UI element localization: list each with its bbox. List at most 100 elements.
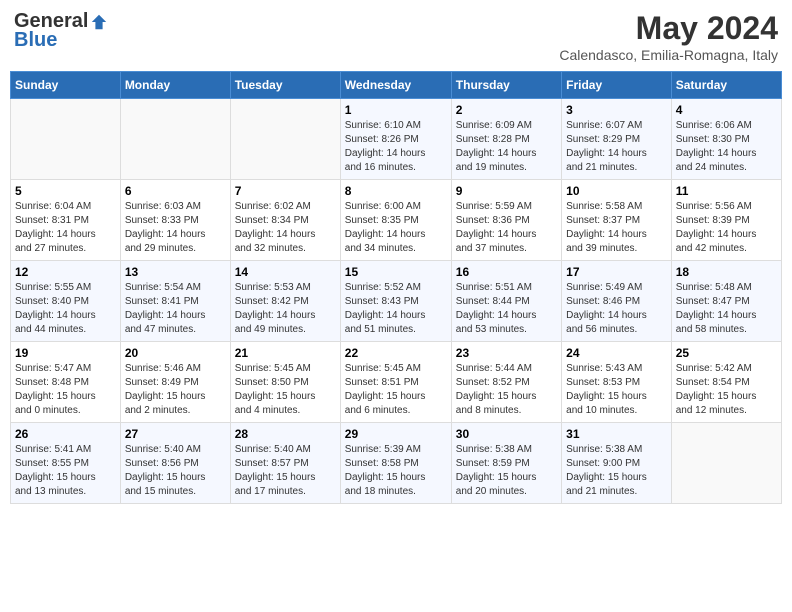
day-cell: 7 Sunrise: 6:02 AM Sunset: 8:34 PM Daylig… [230, 180, 340, 261]
day-info: Sunrise: 5:39 AM Sunset: 8:58 PM Dayligh… [345, 443, 447, 499]
day-info: Sunrise: 5:38 AM Sunset: 8:59 PM Dayligh… [456, 443, 557, 499]
day-number: 25 [676, 346, 777, 360]
day-info: Sunrise: 5:49 AM Sunset: 8:46 PM Dayligh… [566, 281, 667, 337]
day-cell: 31Sunrise: 5:38 AM Sunset: 9:00 PM Dayli… [562, 423, 672, 504]
day-number: 19 [15, 346, 116, 360]
day-cell: 10Sunrise: 5:58 AM Sunset: 8:37 PM Dayli… [562, 180, 672, 261]
day-cell: 3 Sunrise: 6:07 AM Sunset: 8:29 PM Daylig… [562, 99, 672, 180]
day-number: 13 [125, 265, 226, 279]
day-cell: 19 Sunrise: 5:47 AM Sunset: 8:48 PM Dayli… [11, 342, 121, 423]
day-info: Sunrise: 5:54 AM Sunset: 8:41 PM Dayligh… [125, 281, 226, 337]
day-cell: 25 Sunrise: 5:42 AM Sunset: 8:54 PM Dayli… [671, 342, 781, 423]
day-cell: 17 Sunrise: 5:49 AM Sunset: 8:46 PM Dayli… [562, 261, 672, 342]
day-cell: 15Sunrise: 5:52 AM Sunset: 8:43 PM Dayli… [340, 261, 451, 342]
day-number: 27 [125, 427, 226, 441]
day-number: 8 [345, 184, 447, 198]
day-cell: 24 Sunrise: 5:43 AM Sunset: 8:53 PM Dayli… [562, 342, 672, 423]
day-cell: 12 Sunrise: 5:55 AM Sunset: 8:40 PM Dayli… [11, 261, 121, 342]
day-number: 3 [566, 103, 667, 117]
title-section: May 2024 Calendasco, Emilia-Romagna, Ita… [559, 10, 778, 63]
day-info: Sunrise: 5:59 AM Sunset: 8:36 PM Dayligh… [456, 200, 557, 256]
header-sunday: Sunday [11, 72, 121, 99]
day-cell: 13 Sunrise: 5:54 AM Sunset: 8:41 PM Dayli… [120, 261, 230, 342]
day-number: 23 [456, 346, 557, 360]
day-number: 15 [345, 265, 447, 279]
day-cell: 28 Sunrise: 5:40 AM Sunset: 8:57 PM Dayli… [230, 423, 340, 504]
day-info: Sunrise: 5:45 AM Sunset: 8:51 PM Dayligh… [345, 362, 447, 418]
day-cell: 16 Sunrise: 5:51 AM Sunset: 8:44 PM Dayli… [451, 261, 561, 342]
day-info: Sunrise: 5:42 AM Sunset: 8:54 PM Dayligh… [676, 362, 777, 418]
header-friday: Friday [562, 72, 672, 99]
day-info: Sunrise: 5:51 AM Sunset: 8:44 PM Dayligh… [456, 281, 557, 337]
day-number: 18 [676, 265, 777, 279]
header-monday: Monday [120, 72, 230, 99]
day-number: 9 [456, 184, 557, 198]
day-info: Sunrise: 6:02 AM Sunset: 8:34 PM Dayligh… [235, 200, 336, 256]
day-cell: 20Sunrise: 5:46 AM Sunset: 8:49 PM Dayli… [120, 342, 230, 423]
day-info: Sunrise: 5:55 AM Sunset: 8:40 PM Dayligh… [15, 281, 116, 337]
calendar-header: Sunday Monday Tuesday Wednesday Thursday… [11, 72, 782, 99]
day-info: Sunrise: 5:41 AM Sunset: 8:55 PM Dayligh… [15, 443, 116, 499]
week-row-3: 12 Sunrise: 5:55 AM Sunset: 8:40 PM Dayli… [11, 261, 782, 342]
day-number: 10 [566, 184, 667, 198]
day-number: 16 [456, 265, 557, 279]
location-subtitle: Calendasco, Emilia-Romagna, Italy [559, 47, 778, 63]
day-cell: 29 Sunrise: 5:39 AM Sunset: 8:58 PM Dayli… [340, 423, 451, 504]
day-cell: 26 Sunrise: 5:41 AM Sunset: 8:55 PM Dayli… [11, 423, 121, 504]
day-cell: 8 Sunrise: 6:00 AM Sunset: 8:35 PM Daylig… [340, 180, 451, 261]
day-info: Sunrise: 5:40 AM Sunset: 8:57 PM Dayligh… [235, 443, 336, 499]
day-cell: 30 Sunrise: 5:38 AM Sunset: 8:59 PM Dayli… [451, 423, 561, 504]
day-info: Sunrise: 5:47 AM Sunset: 8:48 PM Dayligh… [15, 362, 116, 418]
day-cell [230, 99, 340, 180]
day-cell: 27 Sunrise: 5:40 AM Sunset: 8:56 PM Dayli… [120, 423, 230, 504]
day-info: Sunrise: 5:43 AM Sunset: 8:53 PM Dayligh… [566, 362, 667, 418]
day-info: Sunrise: 6:07 AM Sunset: 8:29 PM Dayligh… [566, 119, 667, 175]
header-saturday: Saturday [671, 72, 781, 99]
day-info: Sunrise: 6:03 AM Sunset: 8:33 PM Dayligh… [125, 200, 226, 256]
day-number: 2 [456, 103, 557, 117]
day-number: 6 [125, 184, 226, 198]
day-info: Sunrise: 5:44 AM Sunset: 8:52 PM Dayligh… [456, 362, 557, 418]
week-row-4: 19 Sunrise: 5:47 AM Sunset: 8:48 PM Dayli… [11, 342, 782, 423]
logo: General Blue [14, 10, 108, 52]
day-cell [671, 423, 781, 504]
header-row: Sunday Monday Tuesday Wednesday Thursday… [11, 72, 782, 99]
day-cell: 1Sunrise: 6:10 AM Sunset: 8:26 PM Daylig… [340, 99, 451, 180]
week-row-1: 1Sunrise: 6:10 AM Sunset: 8:26 PM Daylig… [11, 99, 782, 180]
day-cell [11, 99, 121, 180]
day-info: Sunrise: 6:09 AM Sunset: 8:28 PM Dayligh… [456, 119, 557, 175]
day-cell: 22 Sunrise: 5:45 AM Sunset: 8:51 PM Dayli… [340, 342, 451, 423]
day-number: 28 [235, 427, 336, 441]
day-cell: 14 Sunrise: 5:53 AM Sunset: 8:42 PM Dayli… [230, 261, 340, 342]
day-number: 30 [456, 427, 557, 441]
day-info: Sunrise: 6:10 AM Sunset: 8:26 PM Dayligh… [345, 119, 447, 175]
page-header: General Blue May 2024 Calendasco, Emilia… [10, 10, 782, 63]
day-number: 14 [235, 265, 336, 279]
day-number: 17 [566, 265, 667, 279]
calendar-body: 1Sunrise: 6:10 AM Sunset: 8:26 PM Daylig… [11, 99, 782, 504]
header-thursday: Thursday [451, 72, 561, 99]
week-row-2: 5Sunrise: 6:04 AM Sunset: 8:31 PM Daylig… [11, 180, 782, 261]
day-info: Sunrise: 6:00 AM Sunset: 8:35 PM Dayligh… [345, 200, 447, 256]
day-info: Sunrise: 5:53 AM Sunset: 8:42 PM Dayligh… [235, 281, 336, 337]
day-number: 12 [15, 265, 116, 279]
day-number: 26 [15, 427, 116, 441]
logo-blue-text: Blue [14, 29, 57, 52]
day-number: 24 [566, 346, 667, 360]
day-number: 29 [345, 427, 447, 441]
day-number: 5 [15, 184, 116, 198]
day-info: Sunrise: 6:06 AM Sunset: 8:30 PM Dayligh… [676, 119, 777, 175]
day-number: 20 [125, 346, 226, 360]
header-wednesday: Wednesday [340, 72, 451, 99]
day-info: Sunrise: 5:40 AM Sunset: 8:56 PM Dayligh… [125, 443, 226, 499]
day-info: Sunrise: 5:48 AM Sunset: 8:47 PM Dayligh… [676, 281, 777, 337]
day-cell: 18 Sunrise: 5:48 AM Sunset: 8:47 PM Dayli… [671, 261, 781, 342]
day-number: 11 [676, 184, 777, 198]
day-number: 7 [235, 184, 336, 198]
day-cell: 9 Sunrise: 5:59 AM Sunset: 8:36 PM Daylig… [451, 180, 561, 261]
day-number: 21 [235, 346, 336, 360]
day-cell: 11Sunrise: 5:56 AM Sunset: 8:39 PM Dayli… [671, 180, 781, 261]
month-title: May 2024 [559, 10, 778, 47]
day-number: 31 [566, 427, 667, 441]
day-number: 22 [345, 346, 447, 360]
